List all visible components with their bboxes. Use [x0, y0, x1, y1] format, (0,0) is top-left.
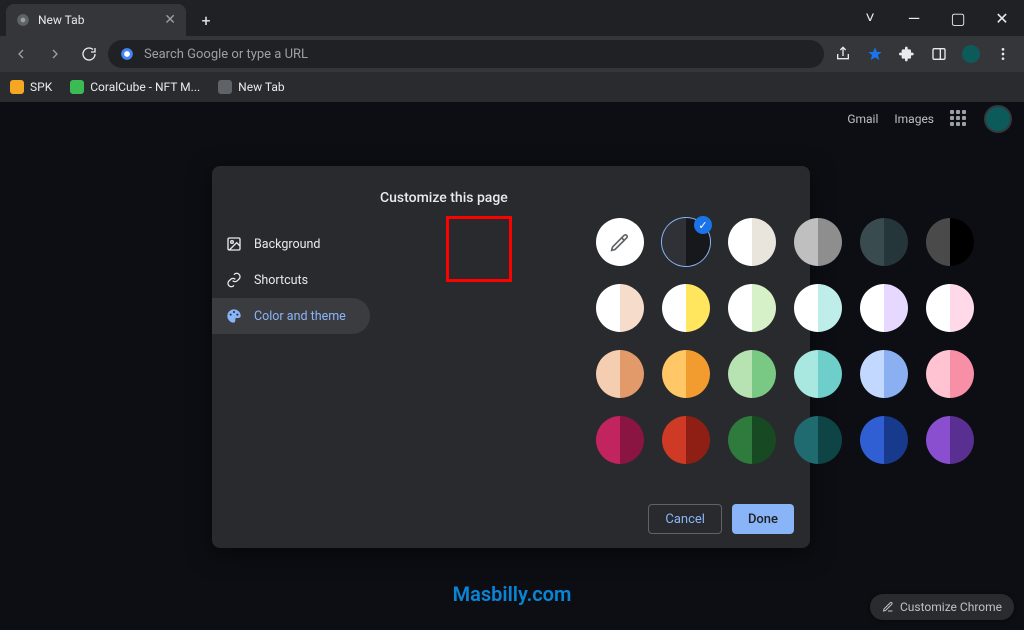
bookmark-label: CoralCube - NFT M...: [90, 80, 200, 94]
watermark-text: Masbilly.com: [453, 582, 572, 606]
google-apps-icon[interactable]: [950, 110, 968, 128]
titlebar: New Tab ✕ + ˅ — ▢ ✕: [0, 0, 1024, 36]
bookmark-item[interactable]: New Tab: [218, 80, 284, 94]
theme-swatch[interactable]: [728, 218, 776, 266]
theme-swatch[interactable]: [728, 284, 776, 332]
theme-swatch[interactable]: [728, 416, 776, 464]
theme-swatch[interactable]: [596, 350, 644, 398]
bookmark-favicon-icon: [218, 80, 232, 94]
theme-swatch[interactable]: [794, 284, 842, 332]
tab-title: New Tab: [38, 13, 84, 27]
theme-swatch[interactable]: [860, 350, 908, 398]
theme-swatch[interactable]: [860, 284, 908, 332]
browser-window: New Tab ✕ + ˅ — ▢ ✕ Search Google or typ…: [0, 0, 1024, 630]
bookmarks-bar: SPK CoralCube - NFT M... New Tab: [0, 72, 1024, 102]
bookmark-favicon-icon: [10, 80, 24, 94]
menu-kebab-icon[interactable]: [988, 39, 1018, 69]
nav-item-label: Shortcuts: [254, 273, 308, 288]
theme-swatch[interactable]: ✓: [662, 218, 710, 266]
images-link[interactable]: Images: [894, 112, 934, 126]
google-g-icon: [120, 47, 134, 61]
theme-swatch[interactable]: [596, 416, 644, 464]
browser-tab[interactable]: New Tab ✕: [6, 4, 186, 36]
theme-swatch[interactable]: [662, 350, 710, 398]
account-avatar[interactable]: [984, 105, 1012, 133]
close-tab-icon[interactable]: ✕: [164, 12, 176, 28]
annotation-highlight: [446, 216, 512, 282]
nav-item-label: Background: [254, 237, 320, 252]
window-controls: ˅ — ▢ ✕: [848, 0, 1024, 36]
nav-item-shortcuts[interactable]: Shortcuts: [212, 262, 370, 298]
customize-chrome-button[interactable]: Customize Chrome: [870, 594, 1014, 620]
theme-swatch[interactable]: [662, 416, 710, 464]
nav-item-theme[interactable]: Color and theme: [212, 298, 370, 334]
theme-swatches: ✓: [596, 218, 1000, 482]
reload-button[interactable]: [74, 39, 104, 69]
theme-swatch[interactable]: [794, 416, 842, 464]
shortcuts-icon: [226, 272, 242, 288]
done-button[interactable]: Done: [732, 504, 794, 534]
customize-chrome-label: Customize Chrome: [900, 600, 1002, 614]
chrome-favicon-icon: [16, 13, 30, 27]
theme-swatch[interactable]: [728, 350, 776, 398]
page-content: Gmail Images Customize this page Backgro…: [0, 102, 1024, 630]
theme-swatch[interactable]: [860, 416, 908, 464]
checkmark-icon: ✓: [694, 216, 712, 234]
omnibox-placeholder: Search Google or type a URL: [144, 47, 308, 62]
bookmark-favicon-icon: [70, 80, 84, 94]
page-top-links: Gmail Images: [847, 102, 1012, 136]
swatch-row: [596, 350, 1000, 398]
color-picker-swatch[interactable]: [596, 218, 644, 266]
nav-item-label: Color and theme: [254, 309, 346, 324]
close-window-button[interactable]: ✕: [980, 0, 1024, 36]
maximize-button[interactable]: ▢: [936, 0, 980, 36]
minimize-button[interactable]: —: [892, 0, 936, 36]
theme-swatch[interactable]: [596, 284, 644, 332]
nav-item-background[interactable]: Background: [212, 226, 370, 262]
back-button[interactable]: [6, 39, 36, 69]
theme-swatch[interactable]: [926, 284, 974, 332]
swatch-row: [596, 416, 1000, 464]
bookmark-label: SPK: [30, 80, 52, 94]
share-icon[interactable]: [828, 39, 858, 69]
bookmark-star-icon[interactable]: [860, 39, 890, 69]
swatch-row: ✓: [596, 218, 1000, 266]
theme-swatch[interactable]: [926, 218, 974, 266]
toolbar: Search Google or type a URL: [0, 36, 1024, 72]
window-chevron-icon[interactable]: ˅: [848, 0, 892, 36]
theme-swatch[interactable]: [794, 350, 842, 398]
side-panel-icon[interactable]: [924, 39, 954, 69]
theme-icon: [226, 308, 242, 324]
cancel-button[interactable]: Cancel: [648, 504, 722, 534]
background-icon: [226, 236, 242, 252]
customize-dialog: Customize this page Background Shortcuts C…: [212, 166, 810, 548]
theme-swatch[interactable]: [662, 284, 710, 332]
extensions-icon[interactable]: [892, 39, 922, 69]
theme-swatch[interactable]: [860, 218, 908, 266]
theme-swatch[interactable]: [926, 350, 974, 398]
omnibox[interactable]: Search Google or type a URL: [108, 40, 824, 68]
theme-swatch[interactable]: [794, 218, 842, 266]
forward-button[interactable]: [40, 39, 70, 69]
bookmark-item[interactable]: CoralCube - NFT M...: [70, 80, 200, 94]
swatch-row: [596, 284, 1000, 332]
new-tab-button[interactable]: +: [192, 6, 220, 34]
dialog-buttons: Cancel Done: [648, 504, 794, 534]
pencil-icon: [882, 601, 894, 613]
dialog-sidebar: Background Shortcuts Color and theme: [212, 166, 380, 548]
bookmark-label: New Tab: [238, 80, 284, 94]
eyedropper-icon: [610, 232, 630, 252]
dialog-title: Customize this page: [380, 190, 508, 206]
theme-swatch[interactable]: [926, 416, 974, 464]
gmail-link[interactable]: Gmail: [847, 112, 878, 126]
profile-icon[interactable]: [956, 39, 986, 69]
bookmark-item[interactable]: SPK: [10, 80, 52, 94]
